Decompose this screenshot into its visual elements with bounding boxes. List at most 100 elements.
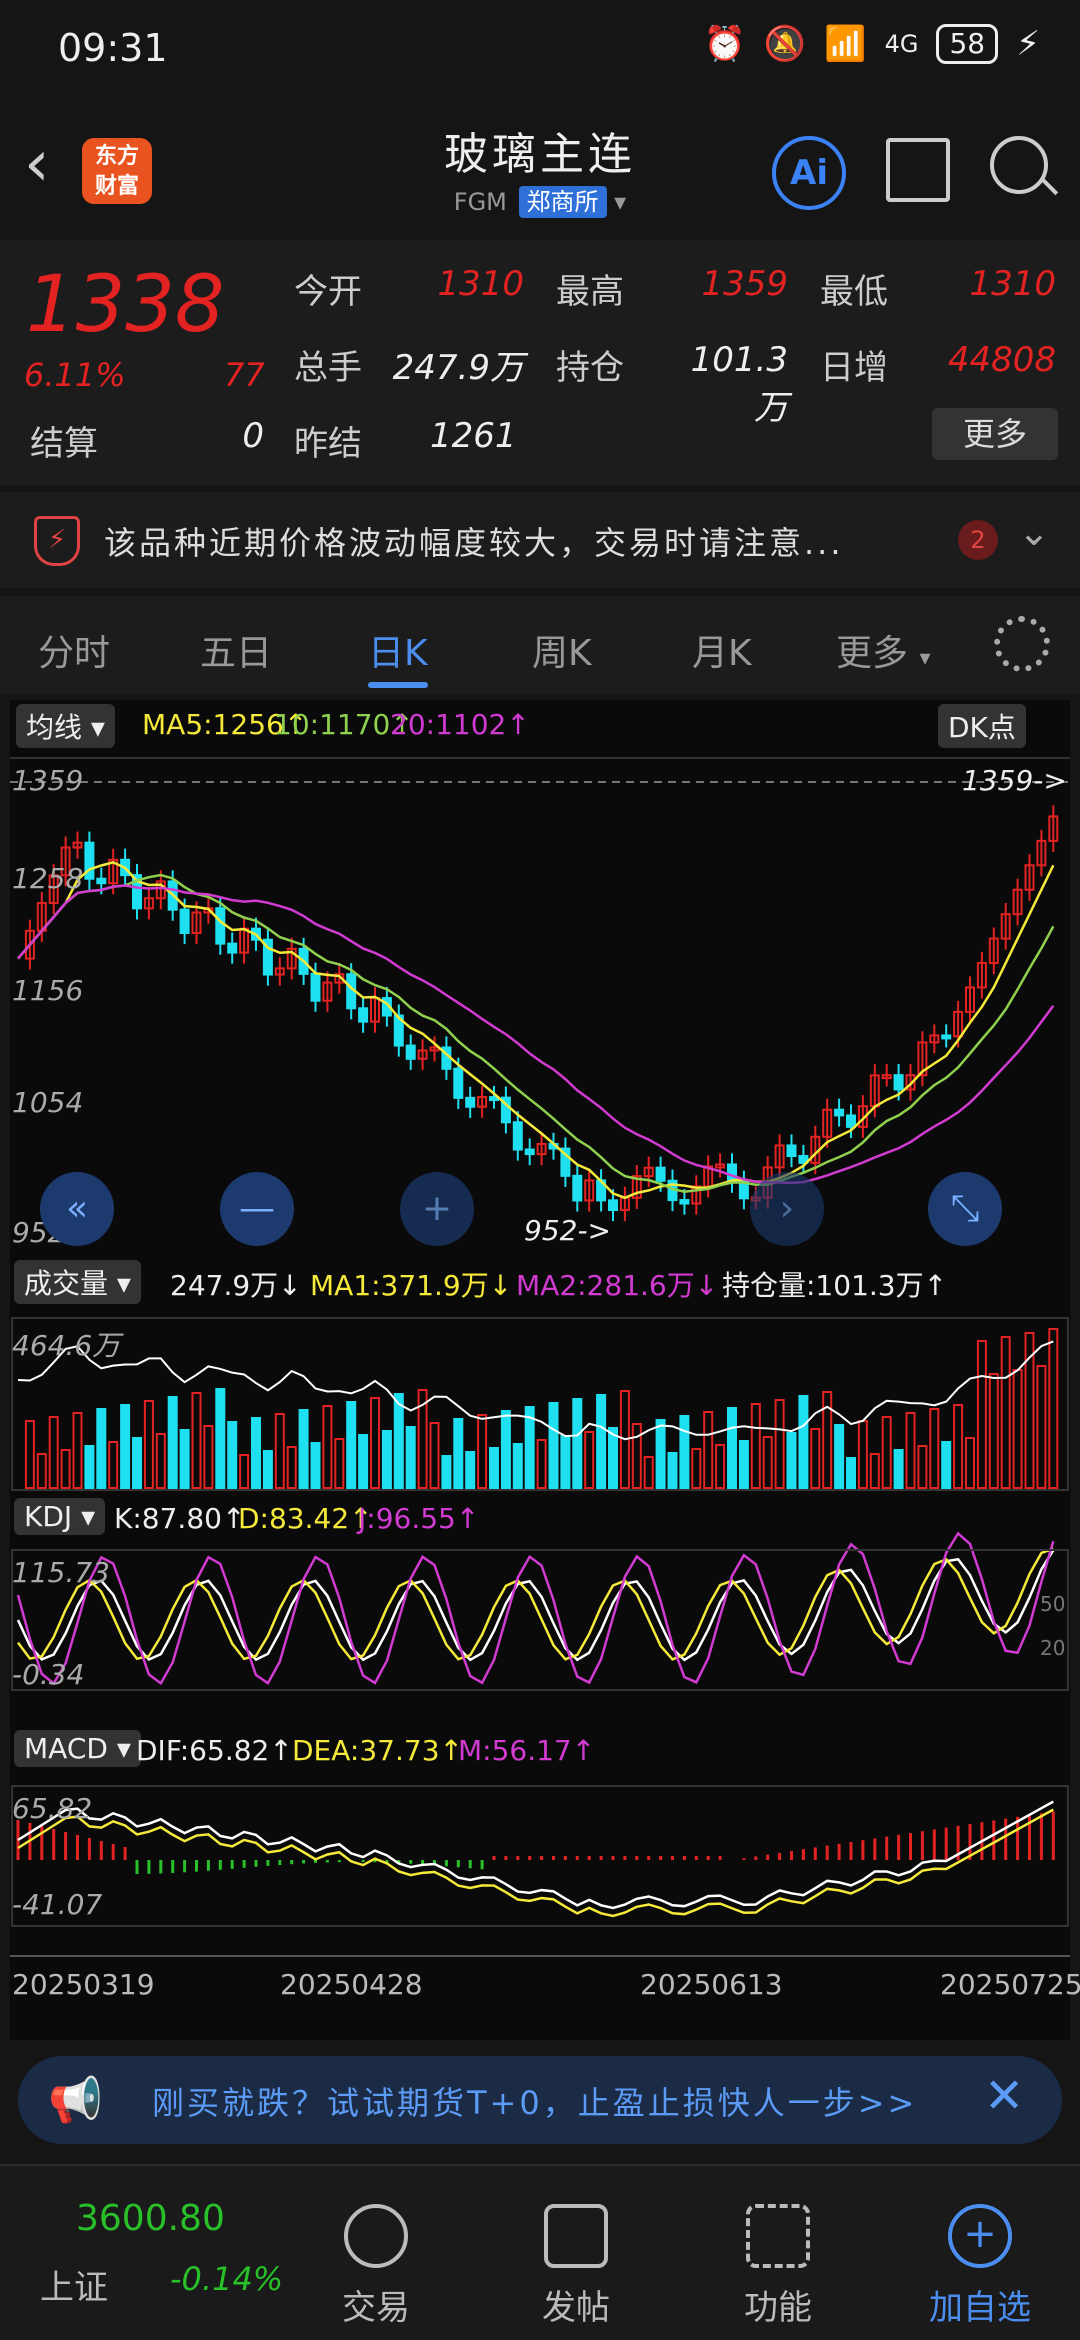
volume-bar	[167, 1396, 178, 1489]
zoom-in-icon[interactable]: +	[400, 1172, 474, 1246]
candle-body	[179, 908, 190, 935]
volume-bar	[715, 1444, 726, 1489]
volume-bar	[774, 1399, 785, 1489]
volume-bar	[108, 1441, 119, 1489]
nav-trade-label: 交易	[342, 2288, 410, 2328]
index-change: -0.14%	[170, 2260, 284, 2298]
y-label-4: 1054	[12, 1086, 84, 1119]
period-tabs: 分时 五日 日K 周K 月K 更多 ▾	[0, 596, 1080, 694]
candle-body	[679, 1199, 690, 1205]
fullscreen-icon[interactable]: ⤡	[928, 1172, 1002, 1246]
volume-bar	[679, 1415, 690, 1489]
nav-add-watchlist[interactable]: + 加自选	[910, 2204, 1050, 2329]
megaphone-icon: 📢	[48, 2075, 103, 2126]
date-label-3: 20250613	[640, 1968, 783, 2001]
nav-post[interactable]: 发帖	[506, 2204, 646, 2329]
last-price: 1338	[26, 260, 225, 350]
volume-bar	[262, 1450, 273, 1489]
volume-bar	[1000, 1336, 1011, 1489]
candle-body	[655, 1166, 666, 1182]
notice-count-badge: 2	[958, 520, 998, 560]
scroll-right-icon[interactable]: ›	[750, 1172, 824, 1246]
candle-body	[358, 1007, 369, 1023]
volume-bar	[786, 1432, 797, 1489]
candle-body	[572, 1174, 583, 1202]
close-icon[interactable]: ✕	[984, 2068, 1024, 2124]
kdj-lines	[16, 1531, 1055, 1686]
mute-icon: 🔕	[763, 24, 807, 64]
chevron-down-icon[interactable]: ⌄	[1018, 510, 1050, 554]
tab-five-day[interactable]: 五日	[200, 624, 272, 676]
macd-dif: DIF:65.82↑	[136, 1734, 293, 1767]
candle-body	[786, 1144, 797, 1158]
ai-button[interactable]: Ai	[772, 136, 846, 210]
ma-line	[17, 873, 1055, 1193]
volume-bar	[584, 1431, 595, 1489]
kdj-top-label: 115.73	[12, 1556, 110, 1589]
trade-icon	[344, 2204, 408, 2268]
volume-bar	[655, 1419, 666, 1489]
macd-bottom-label: -41.07	[12, 1888, 103, 1921]
date-label-1: 20250319	[12, 1968, 155, 2001]
volume-bar	[96, 1408, 107, 1489]
volume-bar	[976, 1340, 987, 1489]
kdj-selector[interactable]: KDJ ▾	[14, 1498, 106, 1535]
promo-banner[interactable]: 📢 刚买就跌？试试期货T+0，止盈止损快人一步>> ✕	[18, 2056, 1062, 2144]
macd-dea: DEA:37.73↑	[292, 1734, 463, 1767]
tab-weekly-k[interactable]: 周K	[532, 624, 592, 676]
volume-ma1: MA1:371.9万↓	[310, 1269, 513, 1302]
candle-body	[834, 1108, 845, 1117]
volume-bar	[834, 1424, 845, 1489]
volume-bar	[322, 1405, 333, 1489]
kdj-panel-frame	[11, 1549, 1069, 1691]
volume-bar	[691, 1448, 702, 1489]
volume-bar	[310, 1442, 321, 1489]
volume-bar	[251, 1417, 261, 1489]
macd-selector[interactable]: MACD ▾	[14, 1730, 141, 1767]
volume-bar	[762, 1436, 773, 1489]
volume-bar	[405, 1426, 416, 1489]
low-price-marker: 952->	[524, 1214, 612, 1247]
zoom-out-icon[interactable]: —	[220, 1172, 294, 1246]
volume-bar	[286, 1446, 297, 1489]
volume-bar	[203, 1425, 214, 1489]
nav-functions[interactable]: 功能	[708, 2204, 848, 2329]
volume-bar	[465, 1451, 476, 1489]
volume-bar	[953, 1404, 964, 1489]
macd-m: M:56.17↑	[458, 1734, 596, 1767]
date-label-4: 20250725	[940, 1968, 1080, 2001]
scroll-left-icon[interactable]: «	[40, 1172, 114, 1246]
kdj-d: D:83.42↑	[238, 1502, 373, 1535]
volume-bar	[274, 1413, 285, 1489]
kline-chart-area[interactable]: 均线 ▾ MA5:1256↑ 10:1170↑ 20:1102↑ DK点 135…	[10, 700, 1080, 2040]
risk-notice[interactable]: ⚡ 该品种近期价格波动幅度较大，交易时请注意... 2 ⌄	[0, 492, 1080, 588]
tab-monthly-k[interactable]: 月K	[692, 624, 752, 676]
volume-bar	[215, 1388, 226, 1489]
tab-more[interactable]: 更多 ▾	[836, 624, 931, 676]
bottom-nav: 3600.80 上证 -0.14% 交易 发帖 功能 + 加自选	[0, 2164, 1080, 2340]
high-label: 最高	[556, 272, 624, 312]
volume-bar	[477, 1414, 488, 1489]
volume-bar	[738, 1440, 749, 1489]
index-value[interactable]: 3600.80	[76, 2198, 225, 2239]
volume-selector[interactable]: 成交量 ▾	[14, 1260, 141, 1304]
volume-bar	[703, 1411, 714, 1489]
volume-bar	[905, 1412, 916, 1489]
volume-bar	[608, 1427, 618, 1489]
nav-trade[interactable]: 交易	[306, 2204, 446, 2329]
volume-selector-label: 成交量	[24, 1267, 109, 1300]
volume-bar	[988, 1373, 999, 1489]
tab-intraday[interactable]: 分时	[38, 624, 110, 676]
status-icons: ⏰ 🔕 📶 4G 58 ⚡	[704, 24, 1040, 64]
search-icon[interactable]	[990, 136, 1048, 194]
tab-daily-k[interactable]: 日K	[368, 624, 428, 676]
more-button[interactable]: 更多	[932, 408, 1058, 460]
volume-bar	[441, 1455, 452, 1489]
volume-bar	[239, 1454, 250, 1489]
share-icon[interactable]	[886, 138, 950, 202]
gear-icon[interactable]	[994, 616, 1050, 672]
kdj-bottom-label: -0.34	[12, 1658, 85, 1691]
candle-body	[893, 1074, 904, 1091]
nav-post-label: 发帖	[542, 2288, 610, 2328]
date-label-2: 20250428	[280, 1968, 423, 2001]
